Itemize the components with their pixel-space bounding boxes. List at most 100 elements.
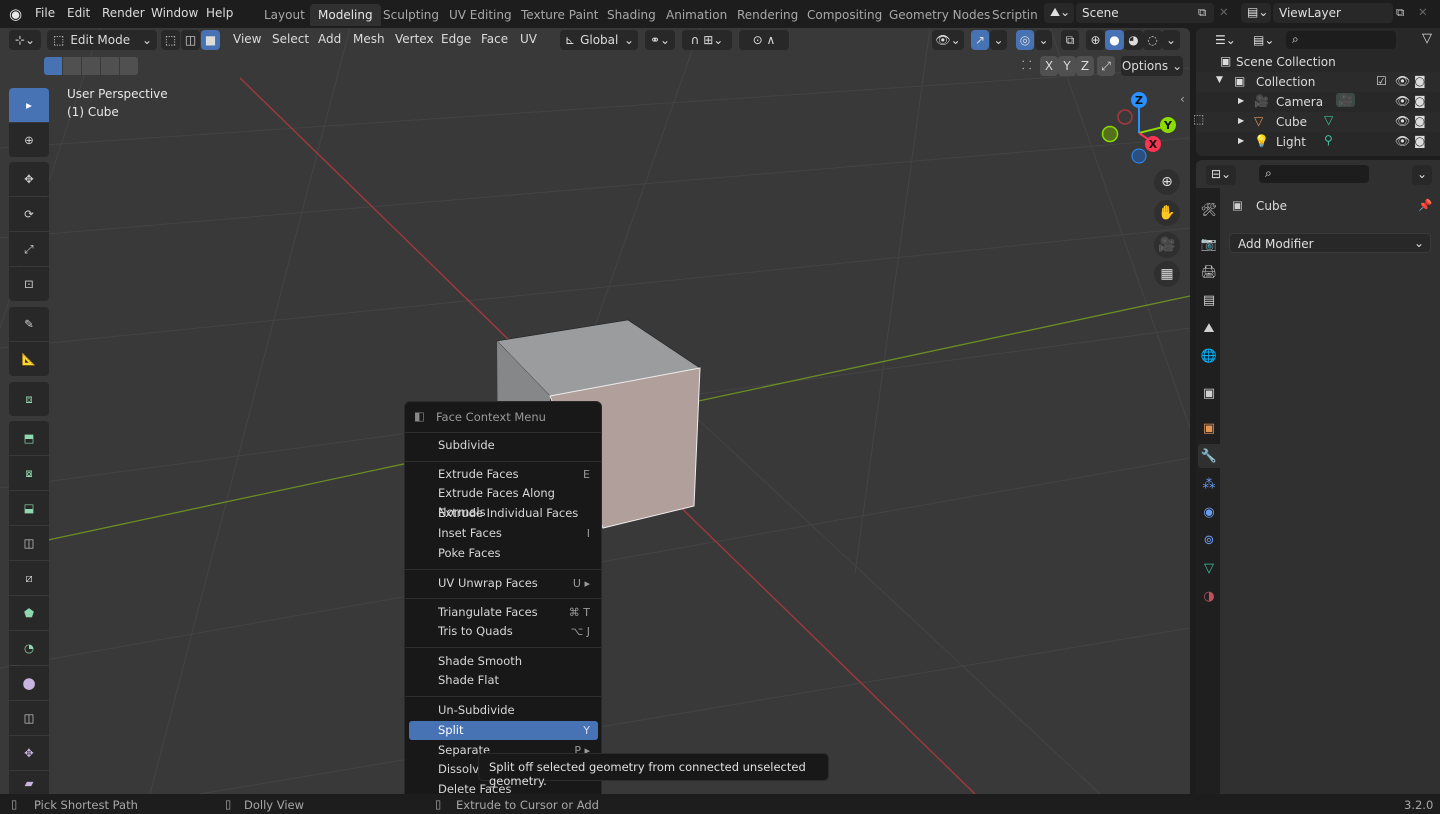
tab-physics[interactable]: ◉: [1198, 500, 1220, 524]
tab-shading[interactable]: Shading: [599, 4, 664, 26]
tab-collection[interactable]: ▣: [1198, 381, 1220, 405]
new-scene-icon[interactable]: ⧉: [1198, 5, 1206, 20]
add-modifier-dropdown[interactable]: Add Modifier ⌄: [1229, 233, 1431, 253]
select-invert-button[interactable]: [101, 57, 119, 75]
render-camera-icon[interactable]: ◙: [1414, 94, 1426, 108]
tool-extrude-region[interactable]: ⬒: [9, 421, 49, 455]
view-layer-selector-button[interactable]: ▤⌄: [1241, 3, 1271, 23]
edge-select-mode-button[interactable]: ◫: [181, 30, 200, 50]
properties-search-input[interactable]: ⌕: [1259, 165, 1369, 183]
delete-view-layer-icon[interactable]: ✕: [1418, 5, 1428, 19]
visibility-button[interactable]: 👁⌄: [932, 30, 964, 50]
menu-uv[interactable]: UV: [520, 32, 537, 46]
eye-icon[interactable]: 👁: [1395, 134, 1410, 148]
tool-bevel[interactable]: ⬓: [9, 491, 49, 525]
camera-data-icon[interactable]: 🎥: [1336, 93, 1355, 107]
tab-compositing[interactable]: Compositing: [799, 4, 890, 26]
tab-scene[interactable]: ⛰: [1198, 316, 1220, 340]
menu-item-extrude-individual[interactable]: Extrude Individual Faces: [409, 504, 598, 523]
properties-editor-type-button[interactable]: ⊟⌄: [1206, 165, 1236, 185]
expand-arrow-icon[interactable]: ▶: [1238, 96, 1244, 105]
shading-solid-button[interactable]: ●: [1105, 30, 1124, 50]
pin-icon[interactable]: 📌: [1418, 198, 1432, 212]
camera-view-button[interactable]: 🎥: [1154, 232, 1180, 258]
shading-rendered-button[interactable]: ◌: [1143, 30, 1162, 50]
menu-edge[interactable]: Edge: [441, 32, 471, 46]
tab-tool[interactable]: 🛠: [1198, 198, 1220, 222]
tab-rendering[interactable]: Rendering: [729, 4, 806, 26]
tab-data[interactable]: ▽: [1198, 556, 1220, 580]
menu-item-un-subdivide[interactable]: Un-Subdivide: [409, 701, 598, 720]
select-new-button[interactable]: [44, 57, 62, 75]
tool-select-box[interactable]: ▸: [9, 88, 49, 122]
properties-options-button[interactable]: ⌄: [1412, 165, 1432, 185]
editor-type-button[interactable]: ⊹⌄: [9, 30, 41, 50]
eye-icon[interactable]: 👁: [1395, 114, 1410, 128]
tab-geometry-nodes[interactable]: Geometry Nodes: [881, 4, 998, 26]
tool-add-cube[interactable]: ⧈: [9, 382, 49, 416]
menu-item-shade-smooth[interactable]: Shade Smooth: [409, 652, 598, 671]
face-select-mode-button[interactable]: ■: [201, 30, 220, 50]
tab-layout[interactable]: Layout: [256, 4, 313, 26]
mirror-y-button[interactable]: Y: [1058, 56, 1076, 76]
menu-select[interactable]: Select: [272, 32, 309, 46]
expand-arrow-icon[interactable]: ▶: [1238, 136, 1244, 145]
outliner-row-camera[interactable]: ▶ 🎥 Camera 🎥 👁 ◙: [1196, 92, 1440, 112]
tool-scale[interactable]: ⤢: [9, 232, 49, 266]
tool-smooth[interactable]: ⬤: [9, 666, 49, 700]
scene-name-field[interactable]: Scene: [1076, 3, 1214, 23]
tool-loop-cut[interactable]: ◫: [9, 526, 49, 560]
shading-material-button[interactable]: ◕: [1124, 30, 1143, 50]
tool-inset-faces[interactable]: ⧇: [9, 456, 49, 490]
select-intersect-button[interactable]: [120, 57, 138, 75]
menu-item-triangulate[interactable]: Triangulate Faces ⌘ T: [409, 603, 598, 622]
mode-dropdown[interactable]: ⬚ Edit Mode ⌄: [47, 30, 157, 50]
menu-item-shade-flat[interactable]: Shade Flat: [409, 671, 598, 690]
tool-measure[interactable]: 📐: [9, 342, 49, 376]
tab-constraints[interactable]: ⊚: [1198, 528, 1220, 552]
menu-add[interactable]: Add: [318, 32, 341, 46]
options-dropdown[interactable]: Options ⌄: [1121, 56, 1183, 76]
tool-transform[interactable]: ⊡: [9, 267, 49, 301]
menu-vertex[interactable]: Vertex: [395, 32, 434, 46]
tool-knife[interactable]: ⧄: [9, 561, 49, 595]
scene-selector-button[interactable]: ⛰⌄: [1044, 3, 1074, 23]
tab-output[interactable]: 🖨: [1198, 260, 1220, 284]
tab-particles[interactable]: ⁂: [1198, 472, 1220, 496]
menu-item-inset-faces[interactable]: Inset Faces I: [409, 524, 598, 543]
eye-icon[interactable]: 👁: [1395, 74, 1410, 88]
tab-scripting[interactable]: Scripting: [984, 4, 1038, 26]
tool-poly-build[interactable]: ⬟: [9, 596, 49, 630]
tool-edge-slide[interactable]: ◫: [9, 701, 49, 735]
menu-item-extrude-faces[interactable]: Extrude Faces E: [409, 465, 598, 484]
pivot-point-button[interactable]: ⚭⌄: [645, 30, 675, 50]
pan-button[interactable]: ✋: [1154, 200, 1180, 226]
mesh-data-icon[interactable]: ▽: [1324, 113, 1333, 127]
tab-render[interactable]: 📷: [1198, 232, 1220, 256]
outliner-editor-type-button[interactable]: ☰⌄: [1210, 31, 1240, 51]
outliner-row-light[interactable]: ▶ 💡 Light ⚲ 👁 ◙: [1196, 132, 1440, 152]
tab-view-layer[interactable]: ▤: [1198, 288, 1220, 312]
tab-material[interactable]: ◑: [1198, 584, 1220, 608]
tab-modifiers[interactable]: 🔧: [1198, 444, 1220, 468]
mirror-z-button[interactable]: Z: [1076, 56, 1094, 76]
new-view-layer-icon[interactable]: ⧉: [1396, 5, 1404, 20]
navigation-gizmo[interactable]: Z Y X: [1095, 88, 1185, 168]
tool-move[interactable]: ✥: [9, 162, 49, 196]
expand-arrow-icon[interactable]: ▼: [1216, 75, 1223, 85]
vertex-select-mode-button[interactable]: ⬚: [161, 30, 180, 50]
checkbox-icon[interactable]: ☑: [1376, 74, 1387, 88]
zoom-button[interactable]: ⊕: [1154, 169, 1180, 195]
display-mode-button[interactable]: ▤⌄: [1248, 31, 1278, 51]
filter-icon[interactable]: ▽: [1422, 31, 1432, 46]
light-data-icon[interactable]: ⚲: [1324, 133, 1333, 147]
delete-scene-icon[interactable]: ✕: [1219, 5, 1229, 19]
outliner-row-collection[interactable]: ▼ ▣ Collection ☑ 👁 ◙: [1196, 72, 1440, 92]
select-subtract-button[interactable]: [82, 57, 100, 75]
overlays-toggle-button[interactable]: ◎: [1016, 30, 1034, 50]
menu-item-tris-to-quads[interactable]: Tris to Quads ⌥ J: [409, 622, 598, 641]
menu-file[interactable]: File: [35, 6, 55, 20]
transform-orientation-dropdown[interactable]: ⊾ Global ⌄: [560, 30, 638, 50]
blender-logo-icon[interactable]: ◉: [9, 5, 22, 23]
tool-shear[interactable]: ▰: [9, 771, 49, 794]
